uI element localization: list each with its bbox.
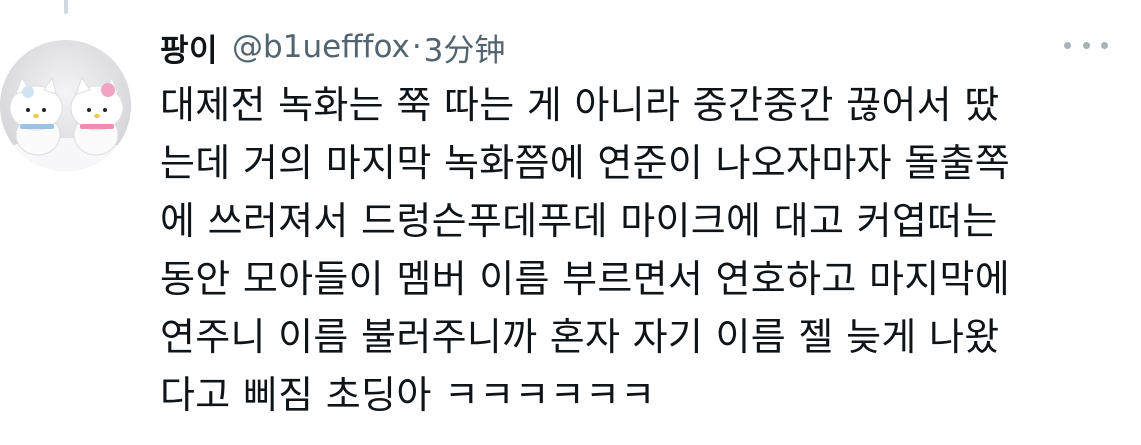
user-handle[interactable]: @b1uefffox: [232, 29, 410, 65]
display-name[interactable]: 팡이: [160, 25, 218, 70]
tweet-text: 대제전 녹화는 쭉 따는 게 아니라 중간중간 끊어서 땄 는데 거의 마지막 …: [160, 76, 1120, 424]
tweet-header: 팡이 @b1uefffox · 3分钟: [160, 24, 505, 70]
tweet-text-line: 에 쓰러져서 드렁슨푸데푸데 마이크에 대고 커엽떠는: [160, 199, 998, 243]
tweet-text-line: 동안 모아들이 멤버 이름 부르면서 연호하고 마지막에: [160, 257, 1010, 301]
separator-dot: ·: [411, 29, 422, 65]
tweet-text-line: 대제전 녹화는 쭉 따는 게 아니라 중간중간 끊어서 땄: [160, 83, 1000, 127]
avatar[interactable]: [0, 40, 131, 171]
timestamp[interactable]: 3分钟: [424, 25, 506, 70]
tweet-text-line: 는데 거의 마지막 녹화쯤에 연준이 나오자마자 돌출쪽: [160, 141, 1010, 185]
more-dots-icon[interactable]: [1064, 30, 1108, 60]
tweet-text-line: 다고 삐짐 초딩아 ㅋㅋㅋㅋㅋㅋ: [160, 373, 656, 417]
tweet-text-line: 연주니 이름 불러주니까 혼자 자기 이름 젤 늦게 나왔: [160, 315, 1000, 359]
avatar-image: [0, 40, 131, 171]
thread-connector-line: [64, 0, 68, 14]
